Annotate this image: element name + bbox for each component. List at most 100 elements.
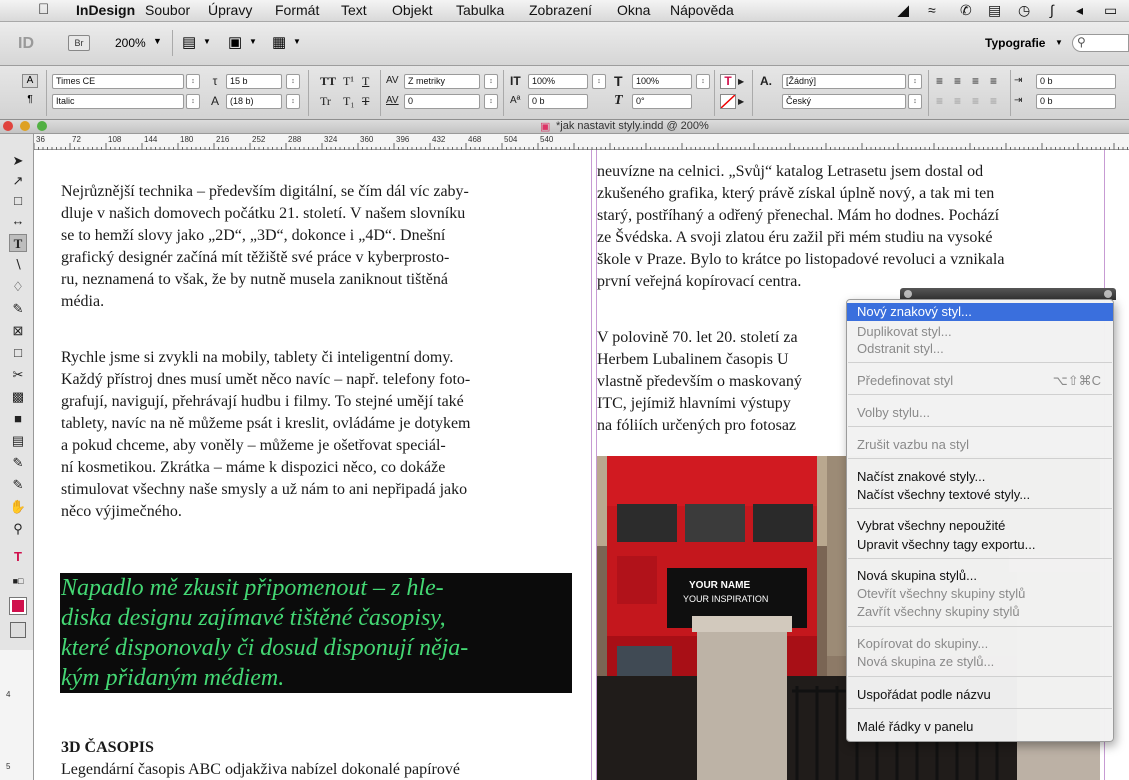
- superscript-button[interactable]: T¹: [343, 74, 354, 88]
- menu-item-open-all-groups[interactable]: Otevřít všechny skupiny stylů: [847, 585, 1113, 603]
- page-tool-icon[interactable]: □: [9, 192, 27, 210]
- text-paragraph[interactable]: neuvízne na celnici. „Svůj“ katalog Letr…: [597, 161, 1004, 293]
- baseline-shift-field[interactable]: 0 b: [528, 94, 588, 109]
- workspace-switcher[interactable]: Typografie: [985, 36, 1045, 50]
- zoom-level[interactable]: 200%: [115, 36, 146, 50]
- scissors-tool-icon[interactable]: ✂: [9, 366, 27, 384]
- menu-item-new-style-group[interactable]: Nová skupina stylů...: [847, 567, 1113, 585]
- workspace-dropdown-icon[interactable]: ▼: [1055, 38, 1063, 47]
- font-size-dropdown[interactable]: ↕: [286, 74, 300, 89]
- text-stroke-swatch[interactable]: [720, 94, 736, 109]
- kerning-dropdown[interactable]: ↕: [484, 74, 498, 89]
- zoom-tool-icon[interactable]: ⚲: [9, 520, 27, 538]
- justify-center-icon[interactable]: ≡: [954, 94, 961, 108]
- fill-swatch[interactable]: [9, 597, 27, 615]
- menu-zobrazeni[interactable]: Zobrazení: [529, 2, 592, 18]
- bridge-button[interactable]: Br: [68, 35, 90, 51]
- menu-item-style-options[interactable]: Volby stylu...: [847, 404, 1113, 422]
- direct-selection-tool-icon[interactable]: ↗: [9, 172, 27, 190]
- wifi-icon[interactable]: ≈: [928, 2, 936, 18]
- text-line[interactable]: Legendární časopis ABC odjakživa nabízel…: [61, 759, 460, 780]
- gradient-swatch-tool-icon[interactable]: ■: [9, 410, 27, 428]
- close-window-button[interactable]: [3, 121, 13, 131]
- eyedropper-tool-icon[interactable]: ✎: [9, 454, 27, 472]
- tracking-dropdown[interactable]: ↕: [484, 94, 498, 109]
- gap-tool-icon[interactable]: ↔: [9, 212, 27, 230]
- view-options-icon[interactable]: ▤: [182, 33, 196, 51]
- menu-objekt[interactable]: Objekt: [392, 2, 432, 18]
- leading-dropdown[interactable]: ↕: [286, 94, 300, 109]
- character-style-field[interactable]: [Žádný]: [782, 74, 906, 89]
- volume-icon[interactable]: ◂: [1076, 2, 1083, 19]
- justify-all-icon[interactable]: ≡: [972, 94, 979, 108]
- font-size-field[interactable]: 15 b: [226, 74, 282, 89]
- vertical-scale-field[interactable]: 100%: [528, 74, 588, 89]
- fill-dropdown-icon[interactable]: ▶: [738, 75, 744, 89]
- menu-item-redefine-style[interactable]: Předefinovat styl ⌥⇧⌘C: [847, 372, 1113, 390]
- align-right-icon[interactable]: ≡: [972, 74, 979, 88]
- paragraph-mode-button[interactable]: ¶: [22, 94, 38, 108]
- menu-tabulka[interactable]: Tabulka: [456, 2, 504, 18]
- leading-field[interactable]: (18 b): [226, 94, 282, 109]
- selected-quote-text[interactable]: Napadlo mě zkusit připomenout – z hle- d…: [60, 573, 572, 693]
- adobe-status-icon[interactable]: ◢: [898, 2, 909, 19]
- left-indent-field[interactable]: 0 b: [1036, 74, 1116, 89]
- pen-tool-icon[interactable]: ♢: [9, 278, 27, 296]
- menu-item-edit-export-tags[interactable]: Upravit všechny tagy exportu...: [847, 536, 1113, 554]
- menu-item-copy-to-group[interactable]: Kopírovat do skupiny...: [847, 635, 1113, 653]
- rectangle-frame-tool-icon[interactable]: ⊠: [9, 322, 27, 340]
- pencil-tool-icon[interactable]: ✎: [9, 300, 27, 318]
- screen-mode-tool-icon[interactable]: [10, 622, 26, 638]
- formatting-container-icon[interactable]: ■□: [9, 572, 27, 590]
- font-family-dropdown[interactable]: ↕: [186, 74, 200, 89]
- timemachine-icon[interactable]: ◷: [1018, 2, 1030, 19]
- line-tool-icon[interactable]: ∖: [9, 256, 27, 274]
- strikethrough-button[interactable]: T: [362, 94, 369, 108]
- text-paragraph[interactable]: V polovině 70. let 20. století za Herbem…: [597, 327, 802, 437]
- arrange-dropdown-icon[interactable]: ▼: [293, 37, 301, 46]
- menu-item-small-panel-rows[interactable]: Malé řádky v panelu: [847, 718, 1113, 736]
- menu-item-break-link[interactable]: Zrušit vazbu na styl: [847, 436, 1113, 454]
- display-icon[interactable]: ▤: [988, 2, 1001, 19]
- screen-mode-dropdown-icon[interactable]: ▼: [249, 37, 257, 46]
- section-heading[interactable]: 3D ČASOPIS: [61, 737, 154, 759]
- text-paragraph[interactable]: Nejrůznější technika – především digitál…: [61, 181, 469, 313]
- menu-item-new-group-from-styles[interactable]: Nová skupina ze stylů...: [847, 653, 1113, 671]
- kerning-field[interactable]: Z metriky: [404, 74, 480, 89]
- font-style-dropdown[interactable]: ↕: [186, 94, 200, 109]
- hand-tool-icon[interactable]: ✋: [9, 498, 27, 516]
- menu-item-sort-by-name[interactable]: Uspořádat podle názvu: [847, 686, 1113, 704]
- horizontal-scale-field[interactable]: 100%: [632, 74, 692, 89]
- menu-item-close-all-groups[interactable]: Zavřít všechny skupiny stylů: [847, 603, 1113, 621]
- panel-close-icon[interactable]: [904, 290, 912, 298]
- vertical-scale-dropdown[interactable]: ↕: [592, 74, 606, 89]
- menu-item-delete-style[interactable]: Odstranit styl...: [847, 340, 1113, 358]
- menu-text[interactable]: Text: [341, 2, 367, 18]
- underline-button[interactable]: T: [362, 74, 369, 88]
- subscript-button[interactable]: T₁: [343, 94, 355, 108]
- align-away-spine-icon[interactable]: ≡: [990, 94, 997, 108]
- horizontal-scale-dropdown[interactable]: ↕: [696, 74, 710, 89]
- language-dropdown[interactable]: ↕: [908, 94, 922, 109]
- align-left-icon[interactable]: ≡: [936, 74, 943, 88]
- menu-indesign[interactable]: InDesign: [76, 2, 135, 18]
- menu-format[interactable]: Formát: [275, 2, 319, 18]
- selection-tool-icon[interactable]: ➤: [9, 152, 27, 170]
- bluetooth-icon[interactable]: ∫: [1050, 2, 1054, 18]
- view-dropdown-icon[interactable]: ▼: [203, 37, 211, 46]
- rectangle-tool-icon[interactable]: □: [9, 344, 27, 362]
- screen-mode-icon[interactable]: ▣: [228, 33, 242, 51]
- all-caps-button[interactable]: TT: [320, 74, 336, 88]
- search-input[interactable]: ⚲: [1072, 34, 1129, 52]
- character-style-dropdown[interactable]: ↕: [908, 74, 922, 89]
- align-center-icon[interactable]: ≡: [954, 74, 961, 88]
- menu-upravy[interactable]: Úpravy: [208, 2, 252, 18]
- minimize-window-button[interactable]: [20, 121, 30, 131]
- text-paragraph[interactable]: Rychle jsme si zvykli na mobily, tablety…: [61, 347, 471, 523]
- menu-item-select-unused[interactable]: Vybrat všechny nepoužité: [847, 517, 1113, 535]
- menu-item-new-character-style[interactable]: Nový znakový styl...: [847, 303, 1113, 321]
- free-transform-tool-icon[interactable]: ▩: [9, 388, 27, 406]
- battery-icon[interactable]: ▭: [1104, 2, 1117, 19]
- align-towards-spine-icon[interactable]: ≡: [990, 74, 997, 88]
- zoom-dropdown-icon[interactable]: ▼: [153, 36, 162, 46]
